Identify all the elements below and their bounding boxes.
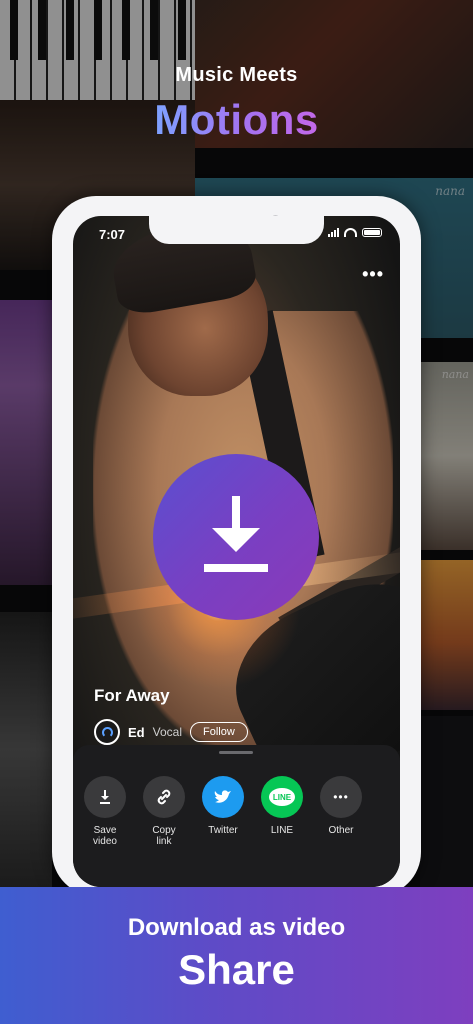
share-line[interactable]: LINE LINE: [261, 776, 303, 847]
artist-name[interactable]: Ed: [128, 725, 145, 740]
sheet-grabber[interactable]: [219, 751, 253, 754]
line-badge: LINE: [269, 788, 295, 806]
share-sheet: Save video Copy link Twitter LINE LINE •…: [73, 745, 400, 887]
artist-role: Vocal: [152, 725, 182, 739]
link-icon: [143, 776, 185, 818]
more-options-icon[interactable]: •••: [362, 264, 384, 285]
share-label: Save video: [93, 825, 117, 847]
song-title: For Away: [94, 686, 170, 705]
banner-subtitle: Download as video: [127, 914, 346, 941]
line-icon: LINE: [261, 776, 303, 818]
bottom-banner: Download as video Share: [0, 887, 473, 1024]
wifi-icon: [344, 228, 357, 237]
download-icon: [204, 496, 268, 572]
share-copy-link[interactable]: Copy link: [143, 776, 185, 847]
headline-big: Motions: [154, 96, 319, 143]
phone-frame: 7:07 ••• For Away Ed Vocal Follow Save v…: [52, 196, 421, 896]
share-other[interactable]: ••• Other: [320, 776, 362, 847]
share-save-video[interactable]: Save video: [84, 776, 126, 847]
phone-notch: [149, 216, 324, 244]
banner-title: Share: [178, 946, 295, 993]
status-icons: [328, 228, 382, 237]
share-options: Save video Copy link Twitter LINE LINE •…: [84, 776, 362, 847]
share-twitter[interactable]: Twitter: [202, 776, 244, 847]
battery-icon: [362, 228, 382, 237]
phone-screen: 7:07 ••• For Away Ed Vocal Follow Save v…: [73, 216, 400, 887]
share-label: Twitter: [208, 825, 238, 836]
share-label: LINE: [270, 825, 294, 836]
more-icon: •••: [320, 776, 362, 818]
follow-button[interactable]: Follow: [189, 722, 248, 742]
artist-row: Ed Vocal Follow: [94, 719, 248, 745]
artist-avatar[interactable]: [94, 719, 120, 745]
headline-small: Music Meets: [175, 64, 298, 86]
status-time: 7:07: [99, 227, 126, 242]
twitter-icon: [202, 776, 244, 818]
share-label: Other: [328, 825, 354, 836]
download-icon: [84, 776, 126, 818]
download-button[interactable]: [153, 454, 319, 620]
share-label: Copy link: [152, 825, 176, 847]
signal-icon: [328, 228, 339, 237]
